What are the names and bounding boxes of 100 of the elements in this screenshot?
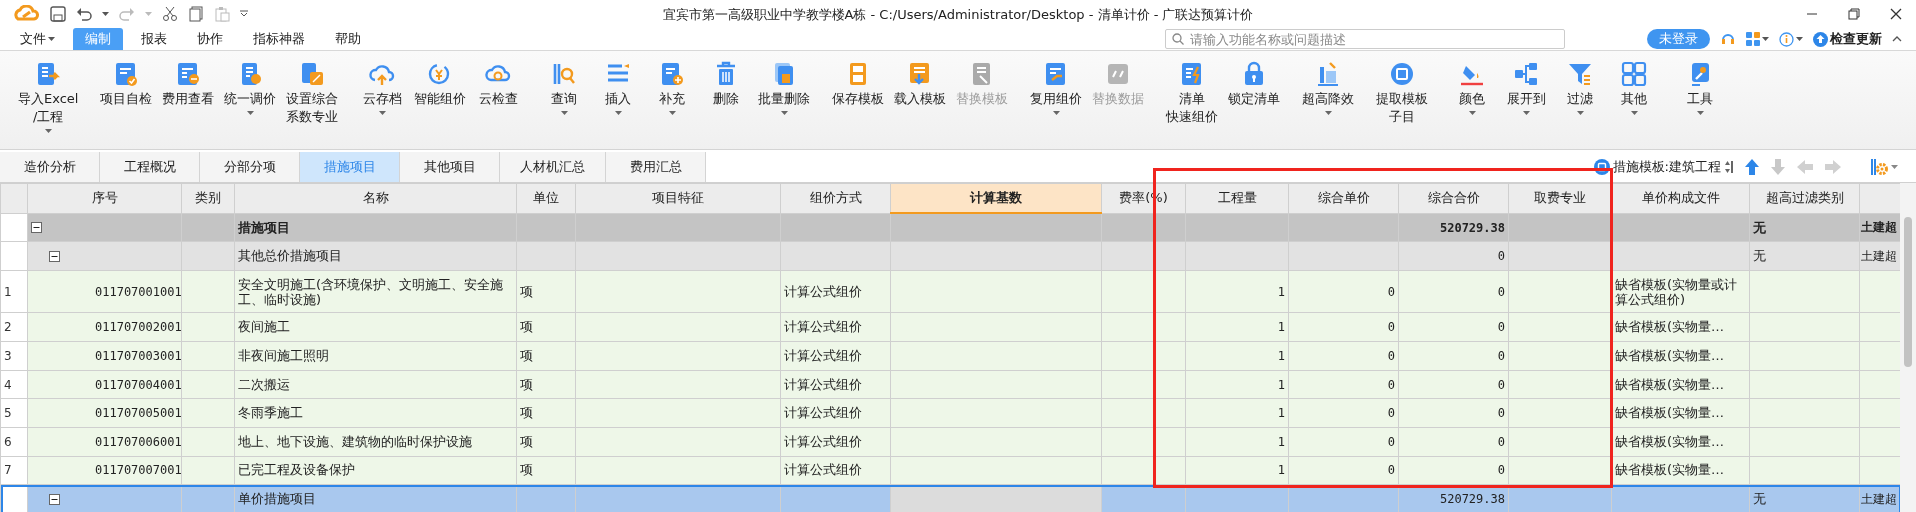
toolbar-button[interactable]: 其他 (1608, 57, 1661, 147)
caret-icon (102, 12, 109, 16)
toolbar-button[interactable]: 统一调价 (220, 57, 281, 147)
percent-icon (299, 61, 326, 87)
page-tab[interactable]: 人材机汇总 (500, 152, 606, 182)
column-header[interactable]: 序号 (27, 183, 182, 214)
funnel-icon (1567, 61, 1594, 87)
collapse-ribbon-icon[interactable] (1892, 36, 1902, 42)
table-row[interactable]: 4 011707004001 二次搬运 项 计算公式组价 1 0 0 缺省模板(实物量… (0, 370, 1901, 399)
toolbar-button[interactable]: 超高降效 (1298, 57, 1359, 147)
toolbar-button[interactable]: 导入Excel /工程 (14, 57, 83, 147)
column-header[interactable]: 取费专业 (1508, 183, 1612, 214)
row-number: 1 (0, 270, 28, 313)
toolbar-button[interactable]: 展开到 (1500, 57, 1553, 147)
menu-tab[interactable]: 帮助 (323, 28, 373, 50)
table-cell: 计算公式组价 (780, 370, 891, 399)
table-row[interactable]: 6 011707006001 地上、地下设施、建筑物的临时保护设施 项 计算公式组价 1 0 0 缺省模板(实物量… (0, 427, 1901, 457)
table-row[interactable]: 1 011707001001 安全文明施工(含环境保护、文明施工、安全施工、临时设施) 项 计算公式组价 1 0 0 缺省模板(实物量或计算公式组价) (0, 270, 1901, 313)
undo-icon[interactable] (76, 6, 92, 22)
cut-icon[interactable] (162, 6, 178, 22)
row-number: 7 (0, 456, 28, 485)
column-header[interactable]: 计算基数 (890, 183, 1102, 214)
toolbar-button[interactable]: 提取模板 子目 (1372, 57, 1433, 147)
headset-icon[interactable] (1720, 31, 1736, 47)
apps-icon[interactable] (1746, 32, 1760, 46)
toolbar-button[interactable]: 载入模板 (890, 57, 951, 147)
menu-tab[interactable]: 指标神器 (241, 28, 317, 50)
restore-icon[interactable] (1848, 8, 1860, 20)
search-field[interactable]: 请输入功能名称或问题描述 (1165, 29, 1565, 49)
toolbar-button[interactable]: 复用组价 (1026, 57, 1087, 147)
save-icon[interactable] (50, 6, 66, 22)
info-icon[interactable] (1779, 31, 1794, 47)
page-tab[interactable]: 工程概况 (100, 152, 200, 182)
toolbar-button[interactable]: 智能组价 (410, 57, 471, 147)
toolbar-button[interactable]: 补充 (646, 57, 699, 147)
toolbar-button[interactable]: 项目自检 (96, 57, 157, 147)
customize-icon[interactable] (240, 10, 248, 18)
column-header[interactable]: 单价构成文件 (1611, 183, 1750, 214)
expand-tree-icon (1513, 61, 1540, 87)
menu-tab[interactable]: 文件 (8, 28, 67, 50)
toolbar-button[interactable]: 费用查看 (158, 57, 219, 147)
page-tab[interactable]: 其他项目 (400, 152, 500, 182)
checklist-icon (113, 61, 140, 87)
search-list-icon (551, 61, 578, 87)
row-number: 5 (0, 398, 28, 428)
column-header[interactable]: 单位 (516, 183, 576, 214)
toolbar-button[interactable]: 颜色 (1446, 57, 1499, 147)
table-row[interactable]: 5 011707005001 冬雨季施工 项 计算公式组价 1 0 0 缺省模板(实物量… (0, 398, 1901, 428)
table-cell: 非夜间施工照明 (234, 341, 517, 371)
table-row[interactable]: 7 011707007001 已完工程及设备保护 项 计算公式组价 1 0 0 缺省模板(实物量… (0, 456, 1901, 485)
table-row[interactable]: 3 011707003001 非夜间施工照明 项 计算公式组价 1 0 0 缺省模板(实物量… (0, 341, 1901, 371)
toolbar-button[interactable]: 批量删除 (754, 57, 815, 147)
toolbar-button[interactable]: 云存档 (356, 57, 409, 147)
toolbar-button[interactable]: 查询 (538, 57, 591, 147)
column-header[interactable]: 综合单价 (1288, 183, 1399, 214)
item-code: 011707003001 (95, 348, 181, 363)
toolbar-button[interactable]: 清单 快速组价 (1162, 57, 1223, 147)
column-header[interactable]: 工程量 (1185, 183, 1289, 214)
column-header[interactable]: 综合合价 (1398, 183, 1509, 214)
scrollbar[interactable] (1900, 183, 1916, 512)
page-tab[interactable]: 费用汇总 (606, 152, 706, 182)
collapse-icon[interactable] (31, 222, 42, 233)
collapse-icon[interactable] (49, 493, 60, 505)
column-header[interactable]: 名称 (234, 183, 517, 214)
table-row[interactable]: 2 011707002001 夜间施工 项 计算公式组价 1 0 0 缺省模板(实物量… (0, 312, 1901, 342)
table-row[interactable]: 其他总价措施项目 0 无 土建超 (0, 241, 1901, 271)
template-icon (1593, 159, 1610, 175)
caret-icon (1796, 37, 1803, 41)
toolbar-button[interactable]: 删除 (700, 57, 753, 147)
template-label: 措施模板:建筑工程 (1612, 158, 1721, 176)
page-tab[interactable]: 造价分析 (0, 152, 100, 182)
toolbar-button[interactable]: 插入 (592, 57, 645, 147)
copy-icon[interactable] (188, 6, 204, 22)
page-tab[interactable]: 分部分项 (200, 152, 300, 182)
table-cell: 1 (1185, 398, 1289, 428)
toolbar-button[interactable]: 设置综合 系数专业 (282, 57, 343, 147)
column-header[interactable]: 类别 (181, 183, 235, 214)
move-up-icon[interactable] (1744, 158, 1760, 176)
table-row[interactable]: 单价措施项目 520729.38 无 土建超 (0, 484, 1901, 512)
toolbar-button[interactable]: 云检查 (472, 57, 525, 147)
table-cell: 缺省模板(实物量… (1611, 312, 1750, 342)
column-header[interactable]: 组价方式 (780, 183, 891, 214)
table-cell: 0 (1398, 241, 1509, 271)
update-button[interactable]: 检查更新 (1813, 30, 1882, 48)
table-cell: 项 (516, 312, 576, 342)
column-header[interactable]: 超高过滤类别 (1749, 183, 1860, 214)
table-row[interactable]: 措施项目 520729.38 无 土建超 (0, 213, 1901, 242)
menu-tab[interactable]: 报表 (129, 28, 179, 50)
table-cell: 1 (1185, 312, 1289, 342)
toolbar-button[interactable]: 锁定清单 (1224, 57, 1285, 147)
settings-icon[interactable] (1870, 158, 1888, 176)
close-icon[interactable] (1890, 8, 1902, 20)
column-header[interactable]: 项目特征 (575, 183, 781, 214)
table-cell: 缺省模板(实物量或计算公式组价) (1611, 270, 1750, 313)
menu-tab[interactable]: 协作 (185, 28, 235, 50)
toolbar-button[interactable]: 过滤 (1554, 57, 1607, 147)
collapse-icon[interactable] (49, 250, 60, 262)
toolbar-button[interactable]: 保存模板 (828, 57, 889, 147)
toolbar-button[interactable]: 工具 (1674, 57, 1727, 147)
sort-icon[interactable] (1724, 159, 1734, 175)
